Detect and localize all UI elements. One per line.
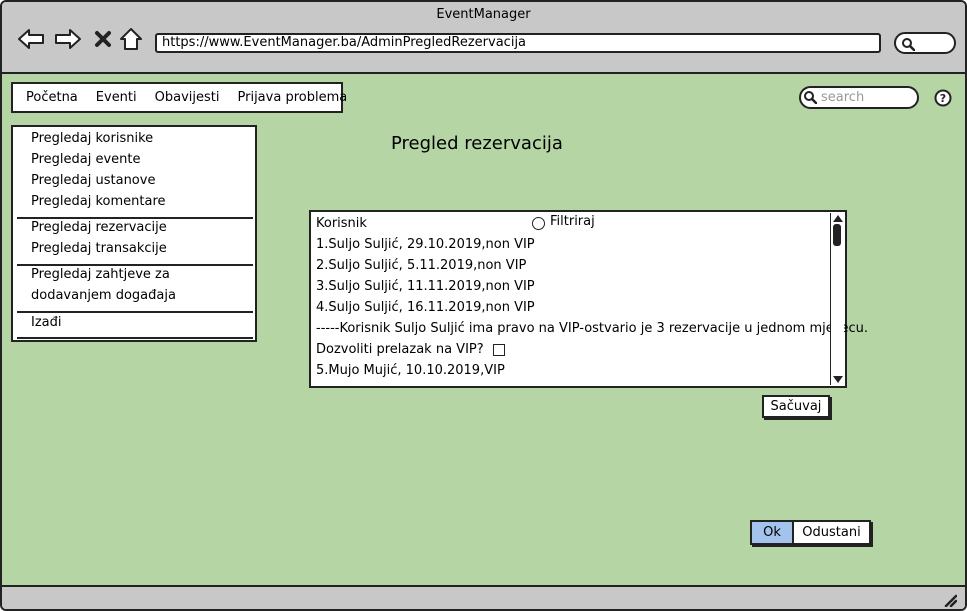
admin-sidebar: Pregledaj korisnike Pregledaj evente Pre… xyxy=(11,125,257,342)
search-input[interactable]: search xyxy=(799,86,919,109)
resize-grip-icon[interactable] xyxy=(943,593,957,607)
vip-prompt-label: Dozvoliti prelazak na VIP? xyxy=(316,342,484,357)
list-item[interactable]: 5.Mujo Mujić, 10.10.2019,VIP xyxy=(316,363,505,378)
ok-button[interactable]: Ok xyxy=(752,522,794,543)
top-menu: Početna Eventi Obavijesti Prijava proble… xyxy=(11,82,347,113)
search-icon xyxy=(902,38,915,51)
allow-vip-checkbox[interactable] xyxy=(493,344,505,356)
search-icon xyxy=(804,91,817,104)
status-bar xyxy=(2,585,965,609)
reservations-list[interactable]: Korisnik Filtriraj 1.Suljo Suljić, 29.10… xyxy=(309,210,868,388)
filter-radio[interactable] xyxy=(532,217,545,230)
sidebar-item-ustanove[interactable]: Pregledaj ustanove xyxy=(31,173,155,188)
help-icon[interactable]: ? xyxy=(934,89,952,111)
list-item[interactable]: 2.Suljo Suljić, 5.11.2019,non VIP xyxy=(316,258,526,273)
home-icon[interactable] xyxy=(116,24,146,54)
list-item[interactable]: 3.Suljo Suljić, 11.11.2019,non VIP xyxy=(316,279,535,294)
stop-x-icon[interactable] xyxy=(88,24,118,54)
sidebar-item-evente[interactable]: Pregledaj evente xyxy=(31,152,141,167)
scroll-up-arrow-icon[interactable] xyxy=(833,215,843,222)
sidebar-divider xyxy=(17,337,253,339)
sidebar-item-korisnike[interactable]: Pregledaj korisnike xyxy=(31,131,153,146)
svg-text:?: ? xyxy=(940,92,946,105)
sidebar-item-zahtjeve-line2[interactable]: dodavanjem događaja xyxy=(31,288,176,303)
menu-item-eventi[interactable]: Eventi xyxy=(96,90,137,105)
scroll-thumb[interactable] xyxy=(833,224,841,246)
dialog-buttons: Ok Odustani xyxy=(750,520,871,545)
address-bar[interactable]: https://www.EventManager.ba/AdminPregled… xyxy=(155,33,881,53)
browser-search-field[interactable] xyxy=(894,32,956,54)
sidebar-item-rezervacije[interactable]: Pregledaj rezervacije xyxy=(31,220,167,235)
window-title: EventManager xyxy=(436,7,531,22)
forward-arrow-icon[interactable] xyxy=(53,24,83,54)
list-item[interactable]: 1.Suljo Suljić, 29.10.2019,non VIP xyxy=(316,237,535,252)
sidebar-item-zahtjeve[interactable]: Pregledaj zahtjeve za xyxy=(31,267,170,282)
page-title: Pregled rezervacija xyxy=(391,133,563,154)
list-header: Korisnik xyxy=(316,216,367,231)
list-scrollbar[interactable] xyxy=(830,213,844,385)
menu-item-pocetna[interactable]: Početna xyxy=(26,90,78,105)
browser-window: EventManager https://www.EventManager.ba… xyxy=(0,0,967,611)
filter-label: Filtriraj xyxy=(550,214,595,229)
back-arrow-icon[interactable] xyxy=(16,24,46,54)
save-button[interactable]: Sačuvaj xyxy=(762,395,830,418)
menu-item-obavijesti[interactable]: Obavijesti xyxy=(155,90,220,105)
sidebar-item-transakcije[interactable]: Pregledaj transakcije xyxy=(31,241,167,256)
browser-titlebar: EventManager https://www.EventManager.ba… xyxy=(2,2,965,74)
sidebar-item-izadi[interactable]: Izađi xyxy=(31,315,62,330)
menu-item-prijava-problema[interactable]: Prijava problema xyxy=(238,90,348,105)
sidebar-item-komentare[interactable]: Pregledaj komentare xyxy=(31,194,166,209)
sidebar-divider xyxy=(17,311,253,313)
sidebar-divider xyxy=(17,217,253,219)
vip-notice: -----Korisnik Suljo Suljić ima pravo na … xyxy=(316,321,869,336)
list-item[interactable]: 4.Suljo Suljić, 16.11.2019,non VIP xyxy=(316,300,535,315)
sidebar-divider xyxy=(17,264,253,266)
scroll-down-arrow-icon[interactable] xyxy=(833,376,843,383)
cancel-button[interactable]: Odustani xyxy=(794,522,869,543)
